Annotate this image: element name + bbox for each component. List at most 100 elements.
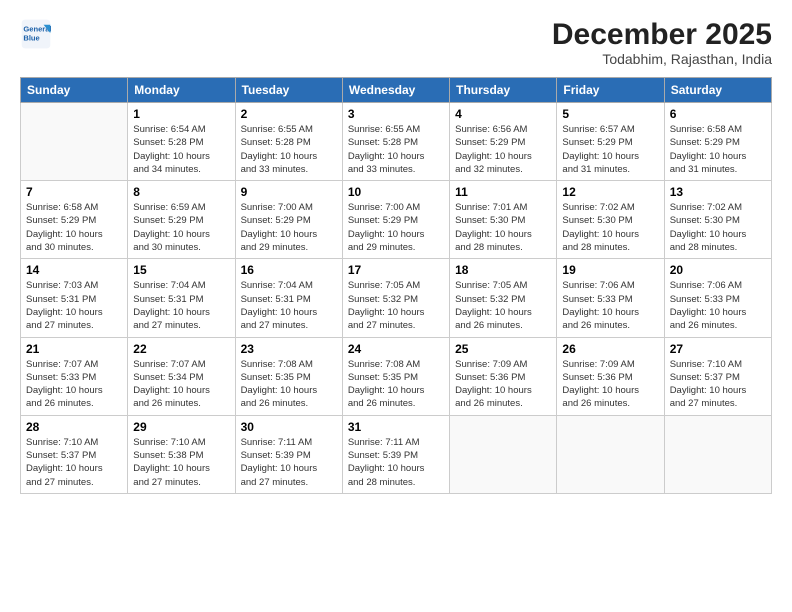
day-info: Sunrise: 7:00 AMSunset: 5:29 PMDaylight:… <box>241 201 337 254</box>
table-row: 6 Sunrise: 6:58 AMSunset: 5:29 PMDaylight… <box>664 103 771 181</box>
table-row: 9 Sunrise: 7:00 AMSunset: 5:29 PMDaylight… <box>235 181 342 259</box>
day-info: Sunrise: 7:09 AMSunset: 5:36 PMDaylight:… <box>562 358 658 411</box>
table-row <box>557 415 664 493</box>
day-number: 2 <box>241 107 337 121</box>
day-number: 3 <box>348 107 444 121</box>
table-row: 10Sunrise: 7:00 AMSunset: 5:29 PMDayligh… <box>342 181 449 259</box>
table-row: 14 Sunrise: 7:03 AMSunset: 5:31 PMDayligh… <box>21 259 128 337</box>
table-row: 1 Sunrise: 6:54 AMSunset: 5:28 PMDaylight… <box>128 103 235 181</box>
day-info: Sunrise: 6:55 AMSunset: 5:28 PMDaylight:… <box>241 123 337 176</box>
day-number: 9 <box>241 185 337 199</box>
table-row: 31 Sunrise: 7:11 AMSunset: 5:39 PMDayligh… <box>342 415 449 493</box>
day-number: 11 <box>455 185 551 199</box>
table-row: 7Sunrise: 6:58 AMSunset: 5:29 PMDaylight… <box>21 181 128 259</box>
day-info: Sunrise: 7:06 AMSunset: 5:33 PMDaylight:… <box>670 279 766 332</box>
table-row: 30 Sunrise: 7:11 AMSunset: 5:39 PMDayligh… <box>235 415 342 493</box>
day-info: Sunrise: 7:08 AMSunset: 5:35 PMDaylight:… <box>348 358 444 411</box>
header-friday: Friday <box>557 78 664 103</box>
day-info: Sunrise: 7:08 AMSunset: 5:35 PMDaylight:… <box>241 358 337 411</box>
header-wednesday: Wednesday <box>342 78 449 103</box>
day-info: Sunrise: 6:58 AMSunset: 5:29 PMDaylight:… <box>26 201 122 254</box>
table-row: 16 Sunrise: 7:04 AMSunset: 5:31 PMDayligh… <box>235 259 342 337</box>
logo-icon: General Blue <box>20 18 52 50</box>
day-info: Sunrise: 6:55 AMSunset: 5:28 PMDaylight:… <box>348 123 444 176</box>
day-number: 27 <box>670 342 766 356</box>
table-row: 11 Sunrise: 7:01 AMSunset: 5:30 PMDayligh… <box>450 181 557 259</box>
day-number: 16 <box>241 263 337 277</box>
day-number: 22 <box>133 342 229 356</box>
table-row: 19 Sunrise: 7:06 AMSunset: 5:33 PMDayligh… <box>557 259 664 337</box>
day-info: Sunrise: 7:02 AMSunset: 5:30 PMDaylight:… <box>670 201 766 254</box>
day-info: Sunrise: 7:05 AMSunset: 5:32 PMDaylight:… <box>348 279 444 332</box>
day-number: 6 <box>670 107 766 121</box>
table-row: 22 Sunrise: 7:07 AMSunset: 5:34 PMDayligh… <box>128 337 235 415</box>
table-row: 4Sunrise: 6:56 AMSunset: 5:29 PMDaylight… <box>450 103 557 181</box>
header-saturday: Saturday <box>664 78 771 103</box>
day-number: 15 <box>133 263 229 277</box>
day-info: Sunrise: 7:10 AMSunset: 5:38 PMDaylight:… <box>133 436 229 489</box>
table-row: 20 Sunrise: 7:06 AMSunset: 5:33 PMDayligh… <box>664 259 771 337</box>
day-number: 8 <box>133 185 229 199</box>
day-number: 10 <box>348 185 444 199</box>
table-row <box>450 415 557 493</box>
header: General Blue December 2025 Todabhim, Raj… <box>20 18 772 67</box>
day-info: Sunrise: 7:09 AMSunset: 5:36 PMDaylight:… <box>455 358 551 411</box>
day-number: 25 <box>455 342 551 356</box>
table-row: 8 Sunrise: 6:59 AMSunset: 5:29 PMDaylight… <box>128 181 235 259</box>
weekday-header-row: Sunday Monday Tuesday Wednesday Thursday… <box>21 78 772 103</box>
day-number: 17 <box>348 263 444 277</box>
calendar-page: General Blue December 2025 Todabhim, Raj… <box>0 0 792 612</box>
day-info: Sunrise: 6:54 AMSunset: 5:28 PMDaylight:… <box>133 123 229 176</box>
day-info: Sunrise: 6:59 AMSunset: 5:29 PMDaylight:… <box>133 201 229 254</box>
table-row: 24Sunrise: 7:08 AMSunset: 5:35 PMDayligh… <box>342 337 449 415</box>
calendar-table: Sunday Monday Tuesday Wednesday Thursday… <box>20 77 772 494</box>
day-info: Sunrise: 7:05 AMSunset: 5:32 PMDaylight:… <box>455 279 551 332</box>
table-row <box>21 103 128 181</box>
table-row: 18 Sunrise: 7:05 AMSunset: 5:32 PMDayligh… <box>450 259 557 337</box>
day-number: 14 <box>26 263 122 277</box>
day-info: Sunrise: 7:01 AMSunset: 5:30 PMDaylight:… <box>455 201 551 254</box>
day-number: 26 <box>562 342 658 356</box>
day-number: 18 <box>455 263 551 277</box>
header-monday: Monday <box>128 78 235 103</box>
table-row: 23Sunrise: 7:08 AMSunset: 5:35 PMDayligh… <box>235 337 342 415</box>
day-info: Sunrise: 7:02 AMSunset: 5:30 PMDaylight:… <box>562 201 658 254</box>
day-info: Sunrise: 7:11 AMSunset: 5:39 PMDaylight:… <box>348 436 444 489</box>
day-number: 19 <box>562 263 658 277</box>
day-info: Sunrise: 7:10 AMSunset: 5:37 PMDaylight:… <box>670 358 766 411</box>
table-row: 12 Sunrise: 7:02 AMSunset: 5:30 PMDayligh… <box>557 181 664 259</box>
location-title: Todabhim, Rajasthan, India <box>552 51 772 67</box>
table-row: 13 Sunrise: 7:02 AMSunset: 5:30 PMDayligh… <box>664 181 771 259</box>
table-row: 2 Sunrise: 6:55 AMSunset: 5:28 PMDaylight… <box>235 103 342 181</box>
table-row <box>664 415 771 493</box>
day-number: 13 <box>670 185 766 199</box>
day-info: Sunrise: 7:04 AMSunset: 5:31 PMDaylight:… <box>241 279 337 332</box>
day-number: 12 <box>562 185 658 199</box>
month-title: December 2025 <box>552 18 772 51</box>
day-number: 4 <box>455 107 551 121</box>
day-info: Sunrise: 7:07 AMSunset: 5:34 PMDaylight:… <box>133 358 229 411</box>
day-info: Sunrise: 7:04 AMSunset: 5:31 PMDaylight:… <box>133 279 229 332</box>
day-info: Sunrise: 7:11 AMSunset: 5:39 PMDaylight:… <box>241 436 337 489</box>
day-number: 1 <box>133 107 229 121</box>
day-number: 28 <box>26 420 122 434</box>
day-info: Sunrise: 7:03 AMSunset: 5:31 PMDaylight:… <box>26 279 122 332</box>
day-info: Sunrise: 6:57 AMSunset: 5:29 PMDaylight:… <box>562 123 658 176</box>
day-number: 20 <box>670 263 766 277</box>
day-info: Sunrise: 6:58 AMSunset: 5:29 PMDaylight:… <box>670 123 766 176</box>
day-number: 21 <box>26 342 122 356</box>
table-row: 21Sunrise: 7:07 AMSunset: 5:33 PMDayligh… <box>21 337 128 415</box>
header-sunday: Sunday <box>21 78 128 103</box>
table-row: 5 Sunrise: 6:57 AMSunset: 5:29 PMDaylight… <box>557 103 664 181</box>
header-thursday: Thursday <box>450 78 557 103</box>
day-info: Sunrise: 7:10 AMSunset: 5:37 PMDaylight:… <box>26 436 122 489</box>
table-row: 15 Sunrise: 7:04 AMSunset: 5:31 PMDayligh… <box>128 259 235 337</box>
day-number: 31 <box>348 420 444 434</box>
day-number: 29 <box>133 420 229 434</box>
day-number: 5 <box>562 107 658 121</box>
day-info: Sunrise: 7:06 AMSunset: 5:33 PMDaylight:… <box>562 279 658 332</box>
svg-text:Blue: Blue <box>23 34 39 43</box>
day-number: 30 <box>241 420 337 434</box>
table-row: 17 Sunrise: 7:05 AMSunset: 5:32 PMDayligh… <box>342 259 449 337</box>
table-row: 27 Sunrise: 7:10 AMSunset: 5:37 PMDayligh… <box>664 337 771 415</box>
